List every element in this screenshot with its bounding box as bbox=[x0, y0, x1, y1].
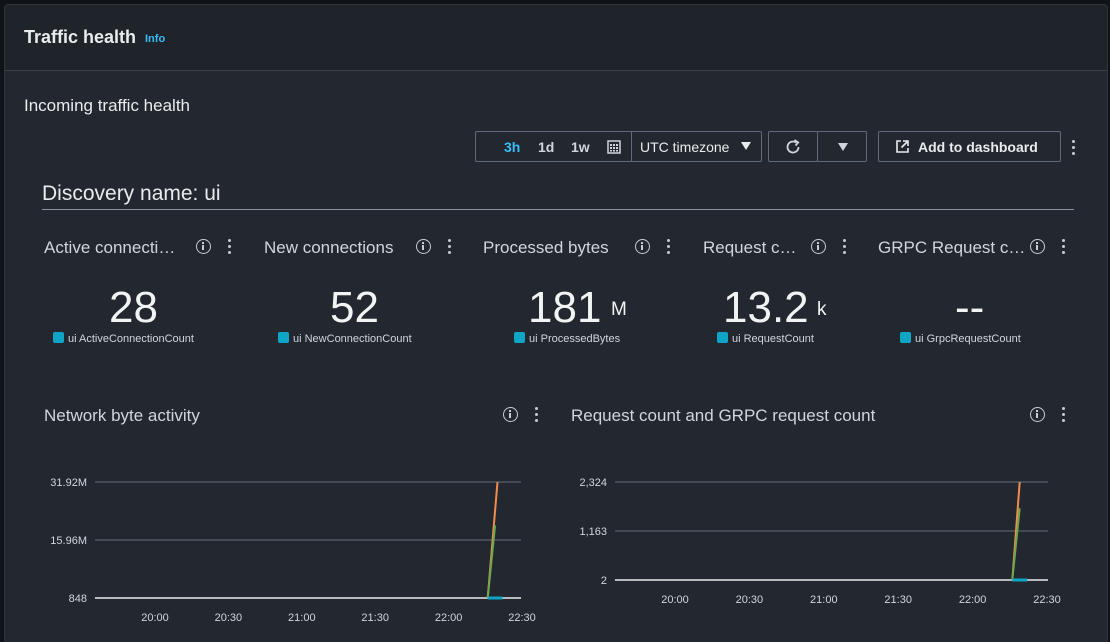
y-tick-label: 31.92M bbox=[50, 477, 87, 489]
chart-title-request-count: Request count and GRPC request count bbox=[571, 406, 876, 425]
x-tick-label: 22:30 bbox=[508, 612, 536, 624]
y-tick-label: 15.96M bbox=[50, 535, 87, 547]
y-tick-label: 848 bbox=[69, 593, 87, 605]
x-tick-label: 20:30 bbox=[215, 612, 243, 624]
info-icon[interactable] bbox=[1030, 407, 1045, 422]
x-tick-label: 21:00 bbox=[288, 612, 316, 624]
x-tick-label: 20:00 bbox=[141, 612, 169, 624]
x-tick-label: 21:30 bbox=[361, 612, 389, 624]
traffic-health-panel: Traffic health Info Incoming traffic hea… bbox=[4, 4, 1108, 642]
x-tick-label: 22:00 bbox=[435, 612, 463, 624]
widget-actions-icon[interactable] bbox=[1062, 407, 1066, 423]
series-line bbox=[486, 525, 497, 599]
network-byte-activity-chart: 31.92M 15.96M 848 20:00 20:30 21:00 21:30 22:00… bbox=[50, 477, 536, 624]
